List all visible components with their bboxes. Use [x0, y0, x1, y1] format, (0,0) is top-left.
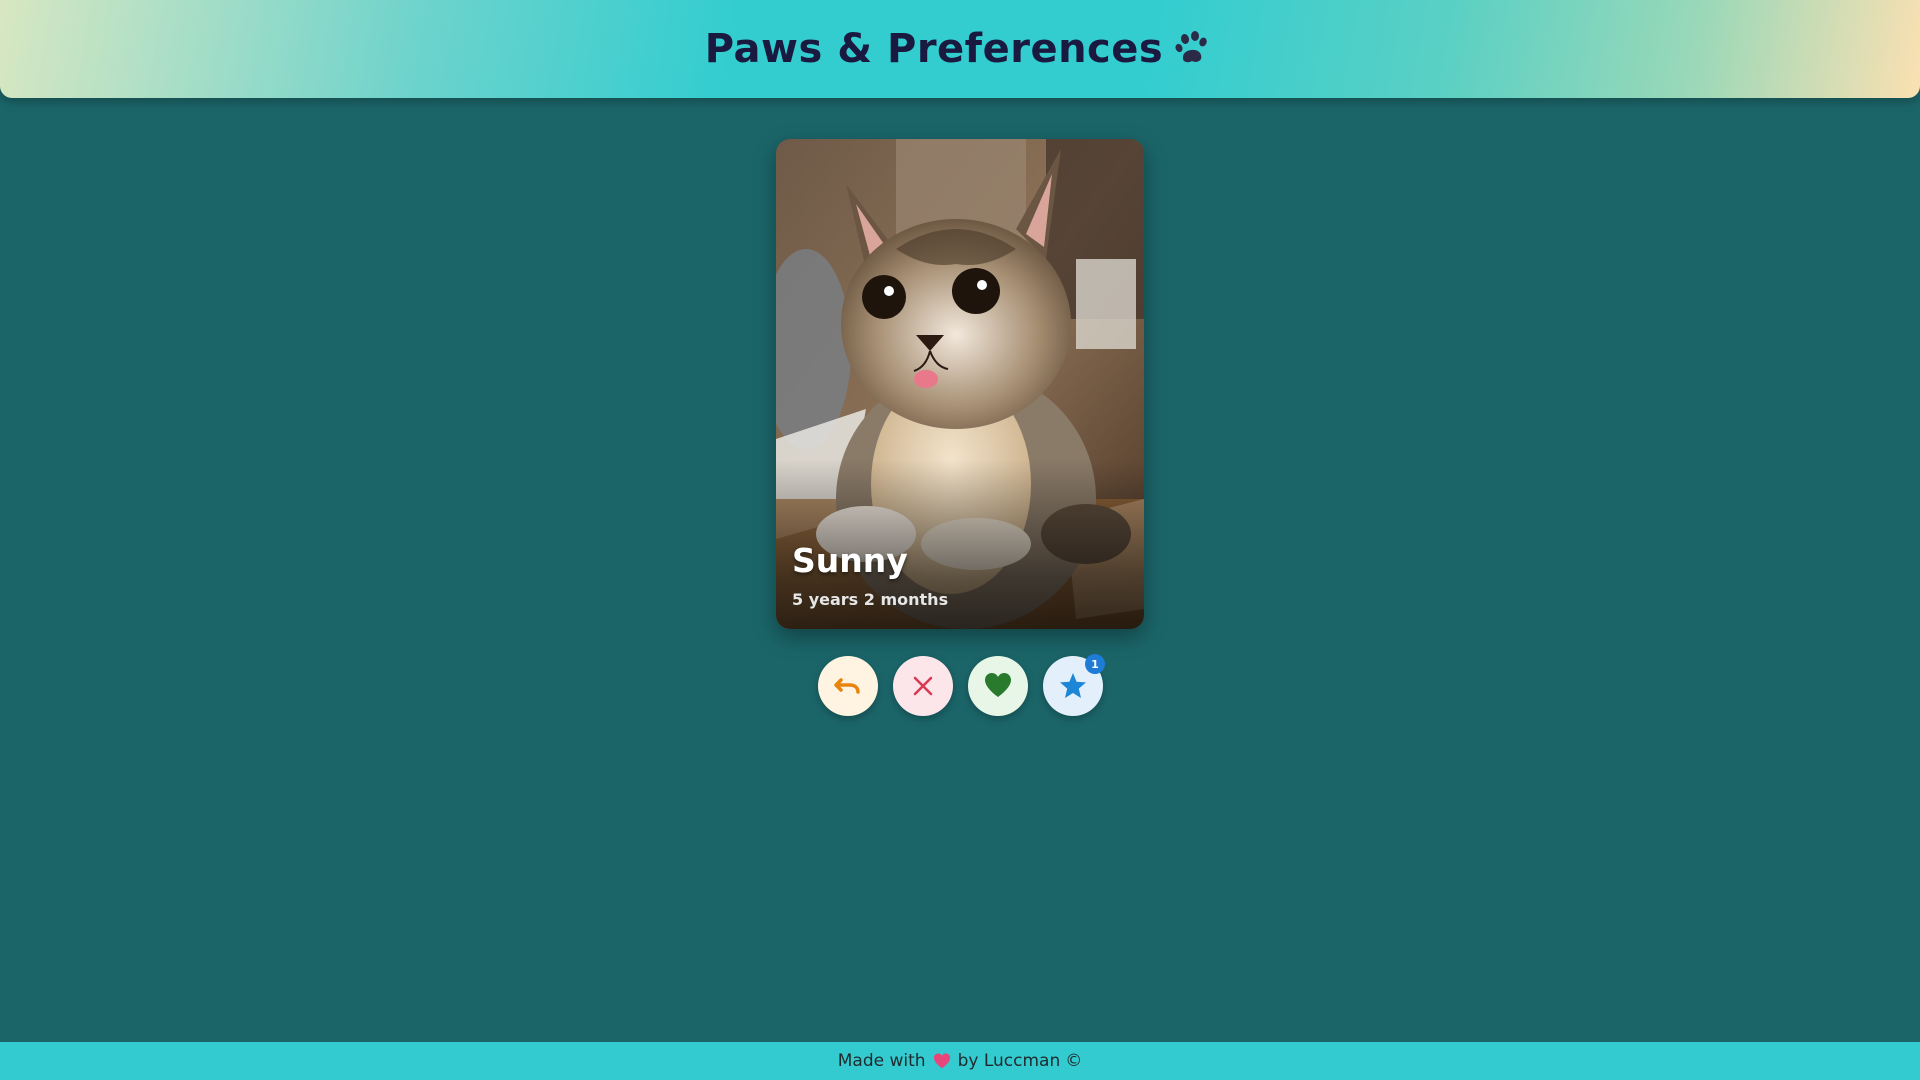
dislike-button[interactable] [893, 656, 953, 716]
pet-name: Sunny [792, 541, 908, 580]
close-icon [913, 676, 933, 696]
favorite-count-badge: 1 [1085, 654, 1105, 674]
title-group: Paws & Preferences [705, 26, 1215, 72]
action-bar: 1 [818, 654, 1105, 716]
heart-icon [933, 1053, 950, 1069]
heart-icon [985, 673, 1011, 697]
star-icon [1060, 673, 1086, 698]
footer-suffix: by Luccman [957, 1051, 1061, 1071]
undo-button[interactable] [818, 656, 878, 716]
app-page: Paws & Preferences Sunny 5 years 2 month… [0, 0, 1920, 1080]
copyright-icon: © [1065, 1051, 1083, 1071]
favorite-button[interactable]: 1 [1043, 654, 1105, 716]
app-header: Paws & Preferences [0, 0, 1920, 98]
pet-card[interactable]: Sunny 5 years 2 months [776, 139, 1144, 629]
app-footer: Made with by Luccman © [0, 1042, 1920, 1080]
like-button[interactable] [968, 656, 1028, 716]
app-title: Paws & Preferences [704, 26, 1164, 72]
pet-age: 5 years 2 months [792, 590, 949, 609]
paw-icon [1175, 31, 1207, 63]
undo-icon [834, 678, 860, 694]
footer-prefix: Made with [837, 1051, 926, 1071]
